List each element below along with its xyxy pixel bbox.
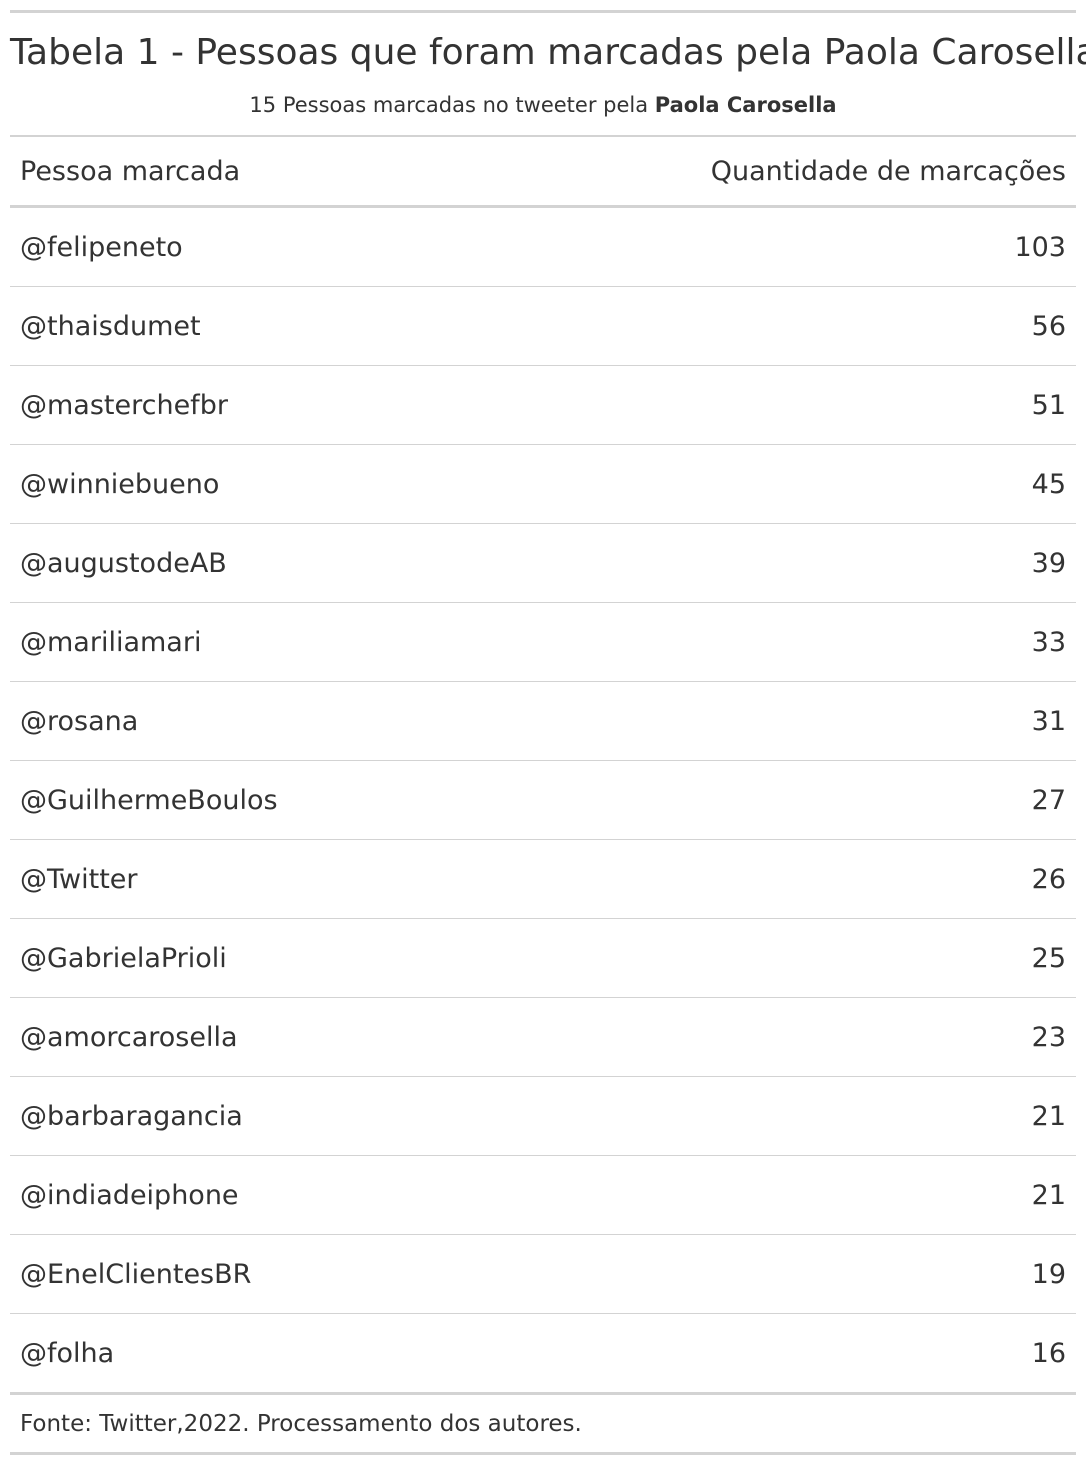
cell-count: 16 bbox=[1031, 1337, 1066, 1369]
cell-person: @thaisdumet bbox=[20, 310, 201, 342]
table-heading: Tabela 1 - Pessoas que foram marcadas pe… bbox=[10, 13, 1086, 135]
cell-person: @Twitter bbox=[20, 863, 138, 895]
cell-person: @indiadeiphone bbox=[20, 1179, 239, 1211]
cell-count: 23 bbox=[1031, 1021, 1066, 1053]
table-row: @GabrielaPrioli 25 bbox=[10, 919, 1076, 998]
cell-count: 21 bbox=[1031, 1100, 1066, 1132]
cell-count: 25 bbox=[1031, 942, 1066, 974]
table-row: @mariliamari 33 bbox=[10, 603, 1076, 682]
subtitle-bold: Paola Carosella bbox=[654, 93, 837, 117]
table-row: @EnelClientesBR 19 bbox=[10, 1235, 1076, 1314]
table-row: @GuilhermeBoulos 27 bbox=[10, 761, 1076, 840]
table-row: @Twitter 26 bbox=[10, 840, 1076, 919]
cell-person: @folha bbox=[20, 1337, 115, 1369]
cell-person: @amorcarosella bbox=[20, 1021, 238, 1053]
subtitle-prefix: 15 Pessoas marcadas no tweeter pela bbox=[249, 93, 655, 117]
column-header-count: Quantidade de marcações bbox=[710, 155, 1066, 187]
table-subtitle: 15 Pessoas marcadas no tweeter pela Paol… bbox=[10, 91, 1076, 119]
cell-person: @GabrielaPrioli bbox=[20, 942, 227, 974]
table-row: @felipeneto 103 bbox=[10, 208, 1076, 287]
cell-person: @EnelClientesBR bbox=[20, 1258, 252, 1290]
table-row: @masterchefbr 51 bbox=[10, 366, 1076, 445]
table-body: @felipeneto 103 @thaisdumet 56 @masterchefbr… bbox=[10, 208, 1076, 1392]
cell-person: @barbaragancia bbox=[20, 1100, 243, 1132]
table-row: @winniebueno 45 bbox=[10, 445, 1076, 524]
cell-count: 21 bbox=[1031, 1179, 1066, 1211]
cell-count: 26 bbox=[1031, 863, 1066, 895]
cell-count: 39 bbox=[1031, 547, 1066, 579]
cell-person: @GuilhermeBoulos bbox=[20, 784, 278, 816]
cell-count: 45 bbox=[1031, 468, 1066, 500]
cell-count: 33 bbox=[1031, 626, 1066, 658]
cell-person: @augustodeAB bbox=[20, 547, 227, 579]
data-table: Tabela 1 - Pessoas que foram marcadas pe… bbox=[10, 10, 1086, 1455]
table-row: @indiadeiphone 21 bbox=[10, 1156, 1076, 1235]
table-row: @folha 16 bbox=[10, 1314, 1076, 1392]
table-row: @amorcarosella 23 bbox=[10, 998, 1076, 1077]
cell-person: @winniebueno bbox=[20, 468, 220, 500]
cell-count: 31 bbox=[1031, 705, 1066, 737]
cell-count: 51 bbox=[1031, 389, 1066, 421]
cell-count: 19 bbox=[1031, 1258, 1066, 1290]
table-row: @augustodeAB 39 bbox=[10, 524, 1076, 603]
cell-count: 27 bbox=[1031, 784, 1066, 816]
table-title: Tabela 1 - Pessoas que foram marcadas pe… bbox=[10, 32, 1086, 73]
column-header-row: Pessoa marcada Quantidade de marcações bbox=[10, 135, 1076, 208]
table-row: @barbaragancia 21 bbox=[10, 1077, 1076, 1156]
cell-count: 103 bbox=[1014, 231, 1066, 263]
source-note: Fonte: Twitter,2022. Processamento dos a… bbox=[10, 1395, 1076, 1455]
column-header-person: Pessoa marcada bbox=[20, 155, 241, 187]
cell-count: 56 bbox=[1031, 310, 1066, 342]
cell-person: @masterchefbr bbox=[20, 389, 228, 421]
cell-person: @rosana bbox=[20, 705, 139, 737]
table-row: @thaisdumet 56 bbox=[10, 287, 1076, 366]
cell-person: @mariliamari bbox=[20, 626, 202, 658]
cell-person: @felipeneto bbox=[20, 231, 183, 263]
table-row: @rosana 31 bbox=[10, 682, 1076, 761]
